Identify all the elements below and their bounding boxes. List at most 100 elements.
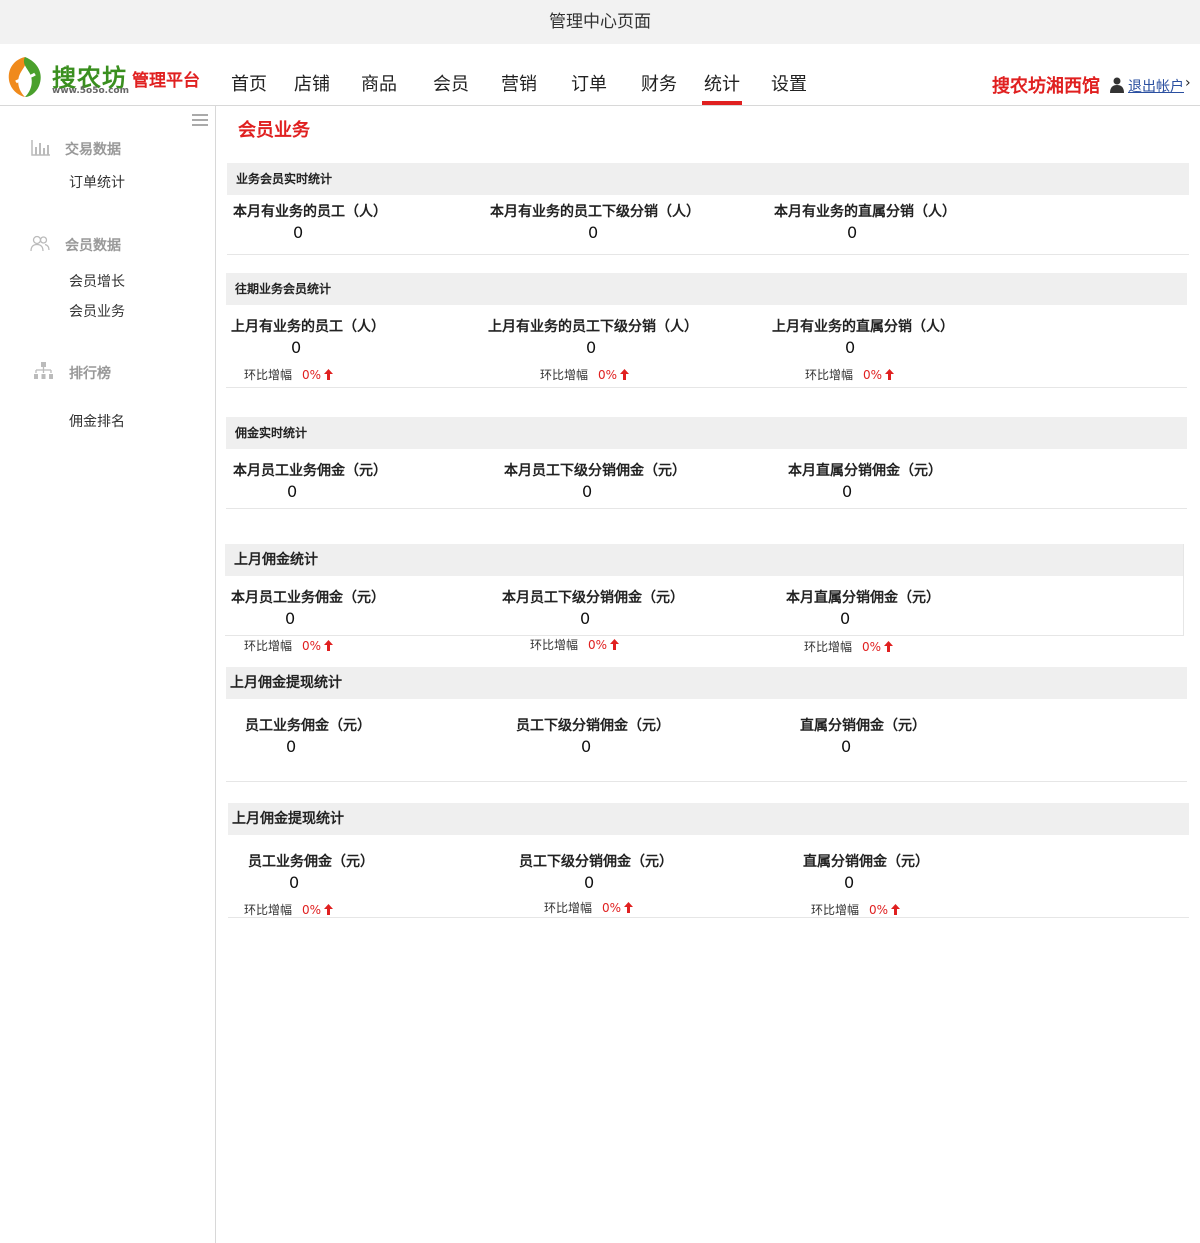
arrow-up-icon — [610, 639, 620, 650]
trend-row: 环比增幅 0% — [540, 366, 630, 383]
trend-value: 0% — [863, 368, 883, 382]
stat-card: 员工下级分销佣金（元） 0 — [516, 715, 670, 756]
stat-value: 0 — [291, 338, 302, 357]
nav-shop[interactable]: 店铺 — [294, 70, 330, 96]
stat-label: 上月有业务的员工（人） — [231, 319, 385, 335]
stat-card: 上月有业务的直属分销（人） 0 环比增幅 0% — [772, 316, 954, 382]
trend-label: 环比增幅 — [244, 903, 293, 917]
trend-label: 环比增幅 — [244, 368, 293, 382]
panel-title: 上月佣金提现统计 — [228, 803, 1189, 835]
panel-title: 上月佣金统计 — [225, 544, 1183, 576]
stat-card: 上月有业务的员工下级分销（人） 0 环比增幅 0% — [488, 316, 698, 382]
trend-row: 环比增幅 0% — [244, 366, 334, 383]
stat-value: 0 — [588, 223, 599, 242]
nav-goods[interactable]: 商品 — [361, 70, 397, 96]
nav-settings[interactable]: 设置 — [771, 70, 807, 96]
stat-value: 0 — [293, 223, 304, 242]
sidebar-item-order-stats[interactable]: 订单统计 — [69, 172, 125, 192]
stat-value: 0 — [847, 223, 858, 242]
panel-withdraw-stats: 上月佣金提现统计 员工业务佣金（元） 0 员工下级分销佣金（元） 0 直属分销佣… — [226, 667, 1187, 782]
trend-label: 环比增幅 — [544, 901, 593, 915]
nav-statistics[interactable]: 统计 — [702, 70, 742, 105]
trend-value: 0% — [588, 638, 608, 652]
stat-value: 0 — [285, 609, 296, 628]
stat-label: 员工下级分销佣金（元） — [519, 854, 673, 870]
stat-value: 0 — [840, 609, 851, 628]
trend-row: 环比增幅 0% — [244, 637, 334, 654]
menu-toggle-icon[interactable] — [192, 114, 208, 128]
sidebar-group-ranking: 排行榜 — [69, 366, 111, 382]
nav-marketing[interactable]: 营销 — [501, 70, 537, 96]
nav-members[interactable]: 会员 — [433, 70, 469, 96]
stat-card: 本月员工下级分销佣金（元） 0 环比增幅 0% — [502, 587, 684, 652]
sidebar-item-commission-rank[interactable]: 佣金排名 — [69, 411, 125, 431]
panel-title: 业务会员实时统计 — [227, 163, 1189, 195]
trend-row: 环比增幅 0% — [244, 901, 334, 918]
trend-value: 0% — [302, 903, 322, 917]
trend-row: 环比增幅 0% — [811, 901, 901, 918]
stat-value: 0 — [584, 873, 595, 892]
stat-value: 0 — [289, 873, 300, 892]
sidebar-group-members: 会员数据 — [65, 238, 121, 254]
stat-card: 员工业务佣金（元） 0 环比增幅 0% — [244, 851, 374, 917]
trend-value: 0% — [598, 368, 618, 382]
stat-card: 本月员工下级分销佣金（元） 0 — [504, 460, 686, 501]
panel-last-month-commission: 上月佣金统计 本月员工业务佣金（元） 0 环比增幅 0% 本月员工下级分销佣金（元… — [225, 544, 1184, 654]
stat-label: 本月员工下级分销佣金（元） — [504, 463, 686, 479]
stat-label: 员工业务佣金（元） — [248, 854, 374, 870]
stat-label: 本月直属分销佣金（元） — [788, 463, 942, 479]
stat-value: 0 — [844, 873, 855, 892]
arrow-up-icon — [324, 640, 334, 651]
stat-value: 0 — [841, 737, 852, 756]
users-icon — [30, 235, 50, 252]
trend-row: 环比增幅 0% — [530, 636, 620, 653]
arrow-up-icon — [624, 902, 634, 913]
trend-label: 环比增幅 — [805, 368, 854, 382]
nav-orders[interactable]: 订单 — [571, 70, 607, 96]
panel-realtime-members: 业务会员实时统计 本月有业务的员工（人） 0 本月有业务的员工下级分销（人） 0… — [227, 163, 1189, 255]
stat-card: 本月直属分销佣金（元） 0 环比增幅 0% — [786, 587, 940, 654]
stat-value: 0 — [842, 482, 853, 501]
nav-home[interactable]: 首页 — [231, 70, 267, 96]
sidebar-item-member-business[interactable]: 会员业务 — [69, 301, 125, 321]
stat-card: 本月员工业务佣金（元） 0 环比增幅 0% — [231, 587, 385, 653]
panel-withdraw-stats-compare: 上月佣金提现统计 员工业务佣金（元） 0 环比增幅 0% 员工下级分销佣金（元） … — [228, 803, 1189, 918]
stat-card: 直属分销佣金（元） 0 环比增幅 0% — [803, 851, 929, 917]
stat-label: 本月有业务的直属分销（人） — [774, 204, 956, 220]
trend-label: 环比增幅 — [804, 640, 853, 654]
chevron-right-icon: › — [1185, 75, 1191, 91]
main-content: 会员业务 业务会员实时统计 本月有业务的员工（人） 0 本月有业务的员工下级分销… — [217, 106, 1200, 1243]
trend-value: 0% — [862, 640, 882, 654]
stat-card: 本月有业务的直属分销（人） 0 — [774, 201, 956, 242]
stat-label: 上月有业务的直属分销（人） — [772, 319, 954, 335]
stat-label: 直属分销佣金（元） — [800, 718, 926, 734]
stat-label: 本月员工业务佣金（元） — [231, 590, 385, 606]
stat-value: 0 — [286, 737, 297, 756]
stat-card: 员工业务佣金（元） 0 — [245, 715, 371, 756]
stat-card: 本月直属分销佣金（元） 0 — [788, 460, 942, 501]
trend-value: 0% — [302, 368, 322, 382]
stat-label: 本月有业务的员工（人） — [233, 204, 387, 220]
sidebar: 交易数据 订单统计 会员数据 会员增长 会员业务 排行榜 佣金排名 — [0, 106, 216, 1243]
logo[interactable]: 搜农坊 www.5o5o.com 管理平台 — [2, 52, 212, 102]
arrow-up-icon — [324, 369, 334, 380]
panel-title: 佣金实时统计 — [226, 417, 1187, 449]
trend-row: 环比增幅 0% — [805, 366, 895, 383]
brand-url: www.5o5o.com — [52, 86, 129, 96]
arrow-up-icon — [885, 369, 895, 380]
arrow-up-icon — [884, 641, 894, 652]
stat-label: 本月直属分销佣金（元） — [786, 590, 940, 606]
trend-row: 环比增幅 0% — [544, 899, 634, 916]
stat-value: 0 — [582, 482, 593, 501]
nav-finance[interactable]: 财务 — [641, 70, 677, 96]
shop-name: 搜农坊湘西馆 — [992, 76, 1100, 97]
top-navbar: 搜农坊 www.5o5o.com 管理平台 首页 店铺 商品 会员 营销 订单 … — [0, 44, 1200, 106]
logout-link[interactable]: 退出帐户 — [1128, 76, 1184, 96]
user-icon — [1110, 77, 1124, 93]
bar-chart-icon — [31, 140, 50, 156]
org-chart-icon — [34, 362, 53, 379]
window-title: 管理中心页面 — [0, 0, 1200, 44]
stat-card: 直属分销佣金（元） 0 — [800, 715, 926, 756]
sidebar-item-member-growth[interactable]: 会员增长 — [69, 271, 125, 291]
page-title: 会员业务 — [238, 120, 310, 141]
